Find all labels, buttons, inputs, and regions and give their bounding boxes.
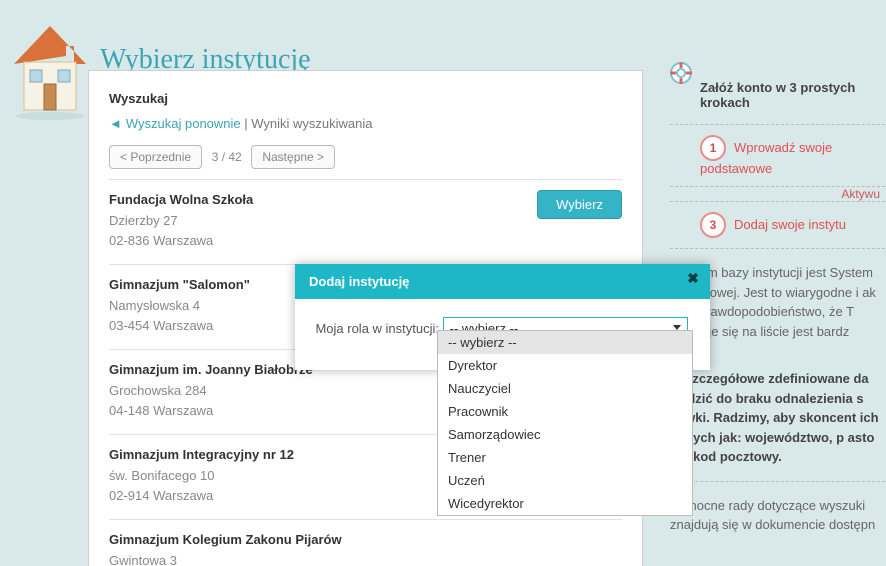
result-name: Gimnazjum Kolegium Zakonu Pijarów [109,532,622,547]
select-button[interactable]: Wybierz [537,190,622,219]
breadcrumb-results: Wyniki wyszukiwania [251,116,372,131]
search-again-link[interactable]: Wyszukaj ponownie [126,116,241,131]
step-num-icon: 1 [700,135,726,161]
modal-title-bar: Dodaj instytucję ✖ [295,264,710,299]
page-position: 3 / 42 [212,150,242,164]
role-dropdown: -- wybierz -- Dyrektor Nauczyciel Pracow… [437,330,693,516]
result-address: Gwintowa 3 [109,551,622,566]
result-row: Fundacja Wolna Szkoła Dzierzby 27 02-836… [109,179,622,264]
house-icon [10,20,90,120]
breadcrumb-sep: | [241,116,252,131]
role-option[interactable]: Trener [438,446,692,469]
search-heading: Wyszukaj [109,91,622,106]
role-option[interactable]: Samorządowiec [438,423,692,446]
step-num-icon: 3 [700,212,726,238]
role-option[interactable]: Pracownik [438,400,692,423]
step-3: 3 Dodaj swoje instytu [670,202,886,249]
role-option[interactable]: Dyrektor [438,354,692,377]
step-1: 1Wprowadź swoje podstawowe [670,125,886,187]
step-connector: Aktywu [670,187,886,202]
arrow-left-icon: ◄ [109,116,122,131]
side-heading: Załóż konto w 3 prostych krokach [670,60,886,125]
pager: < Poprzednie 3 / 42 Następne > [109,145,622,169]
modal-title: Dodaj instytucję [309,274,409,289]
close-icon[interactable]: ✖ [684,270,702,288]
step-3-label: Dodaj swoje instytu [734,217,846,232]
side-text-2: yt szczegółowe zdefiniowane da wadzić do… [670,355,886,481]
role-option[interactable]: Wicedyrektor [438,492,692,515]
result-city: 02-836 Warszawa [109,231,622,251]
role-label: Moja rola w instytucji: [309,321,439,336]
role-option[interactable]: -- wybierz -- [438,331,692,354]
role-option[interactable]: Nauczyciel [438,377,692,400]
breadcrumb: ◄ Wyszukaj ponownie | Wyniki wyszukiwania [109,116,622,131]
role-option[interactable]: Uczeń [438,469,692,492]
prev-page-button[interactable]: < Poprzednie [109,145,202,169]
result-row: Gimnazjum Kolegium Zakonu Pijarów Gwinto… [109,519,622,566]
side-text-3: Pomocne rady dotyczące wyszuki znajdują … [670,481,886,549]
next-page-button[interactable]: Następne > [251,145,335,169]
